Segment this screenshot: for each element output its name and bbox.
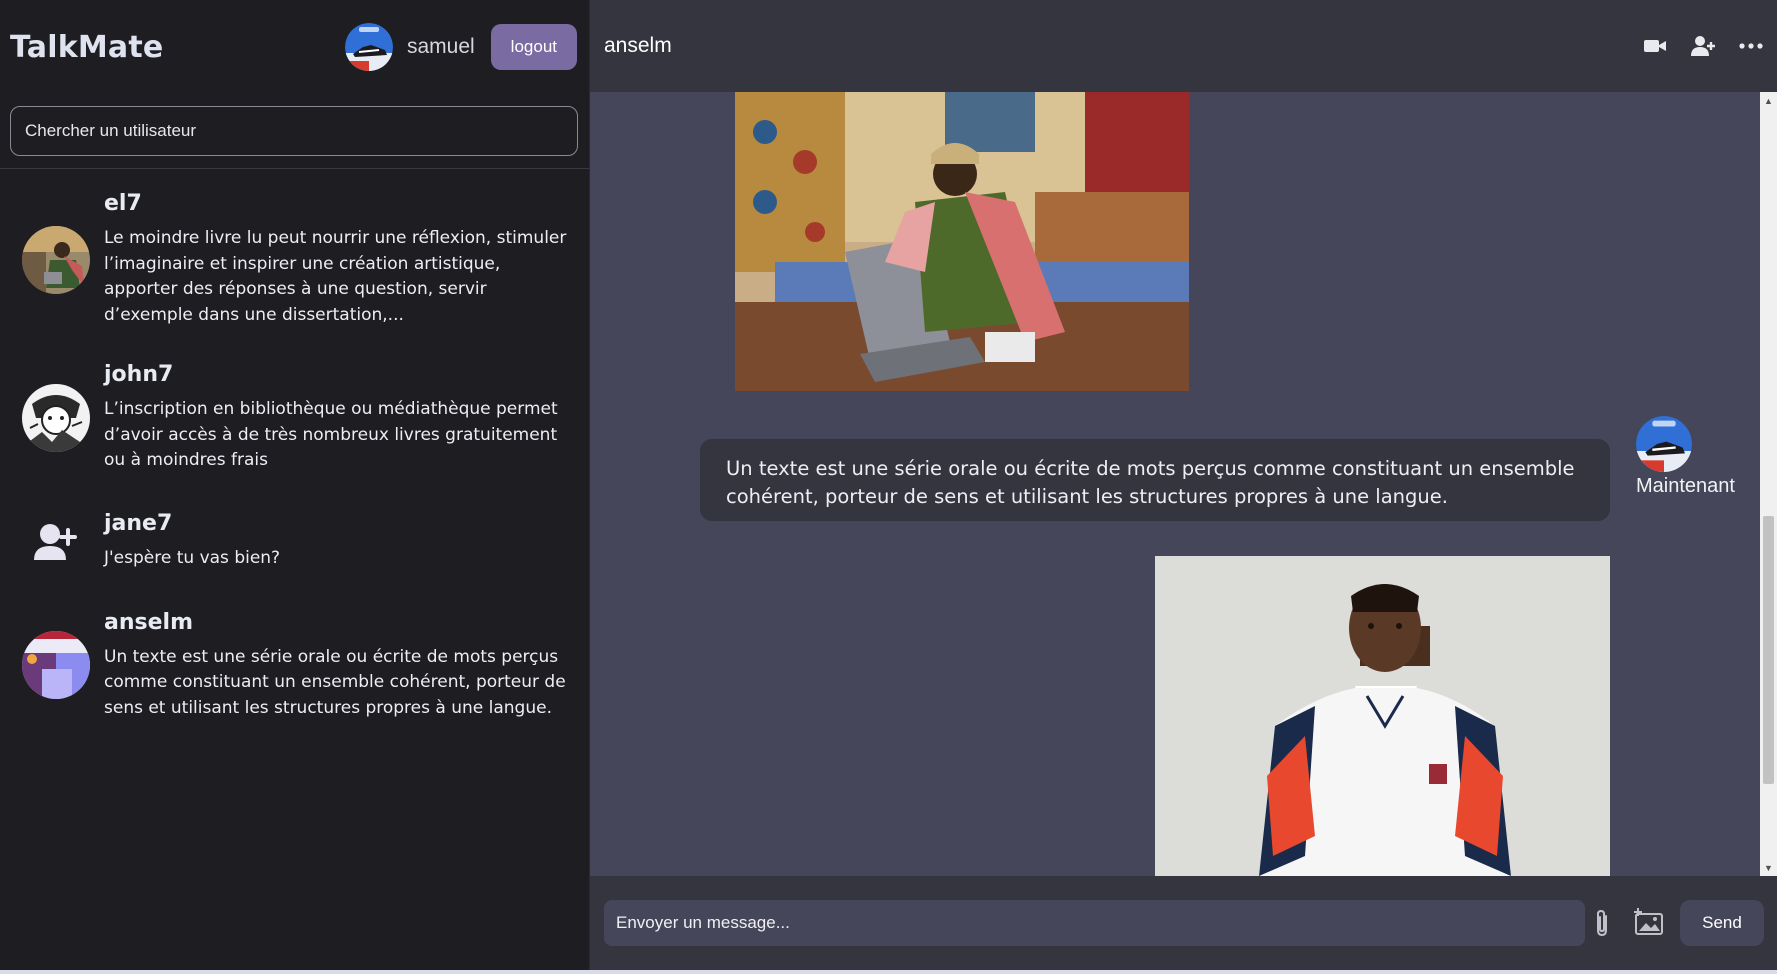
contact-avatar xyxy=(22,383,90,452)
send-button[interactable]: Send xyxy=(1680,900,1764,946)
video-camera-icon[interactable] xyxy=(1643,34,1667,58)
contact-avatar xyxy=(22,507,90,576)
image-message[interactable] xyxy=(1155,556,1610,876)
message-list: Un texte est une série orale ou écrite d… xyxy=(590,92,1760,876)
more-options-icon[interactable] xyxy=(1739,34,1763,58)
contact-item-john7[interactable]: john7 L’inscription en bibliothèque ou m… xyxy=(0,362,589,474)
contact-last-message: Le moindre livre lu peut nourrir une réf… xyxy=(104,228,567,325)
chat-panel: anselm Un texte est une série orale ou é… xyxy=(590,0,1777,970)
logout-button[interactable]: logout xyxy=(490,24,577,70)
contact-last-message: J'espère tu vas bien? xyxy=(104,548,281,569)
add-user-icon[interactable] xyxy=(1691,34,1715,58)
add-image-icon[interactable] xyxy=(1632,908,1666,938)
sneaker-avatar-icon xyxy=(1636,416,1692,472)
current-user-name: samuel xyxy=(406,35,475,58)
default-user-icon xyxy=(34,523,77,560)
current-user: samuel logout xyxy=(344,23,577,71)
search-input[interactable] xyxy=(10,106,578,156)
contact-last-message: L’inscription en bibliothèque ou médiath… xyxy=(104,399,558,470)
app-window: TalkMate samuel logout Chercher un utili… xyxy=(0,0,1777,970)
message-composer: Send xyxy=(590,876,1777,970)
scroll-thumb[interactable] xyxy=(1763,516,1774,784)
search-bar xyxy=(0,94,589,169)
brand-logo: TalkMate xyxy=(10,29,164,65)
chat-header: anselm xyxy=(590,0,1777,92)
photo-avatar-icon xyxy=(22,225,90,294)
contact-name: jane7 xyxy=(104,511,173,537)
sender-avatar[interactable] xyxy=(1636,416,1692,472)
contact-list: el7 Le moindre livre lu peut nourrir une… xyxy=(0,169,589,721)
manga-avatar-icon xyxy=(22,383,90,452)
message-bubble: Un texte est une série orale ou écrite d… xyxy=(700,439,1610,521)
portrait-photo xyxy=(1155,556,1610,876)
current-user-avatar[interactable] xyxy=(344,23,393,71)
contact-avatar xyxy=(22,631,90,700)
message-timestamp: Maintenant xyxy=(1636,475,1735,497)
sneaker-avatar-icon xyxy=(344,23,393,71)
man-with-laptop-photo xyxy=(735,92,1189,391)
contact-last-message: Un texte est une série orale ou écrite d… xyxy=(104,646,566,718)
contact-item-jane7[interactable]: jane7 J'espère tu vas bien? xyxy=(0,507,589,576)
contact-item-anselm[interactable]: anselm Un texte est une série orale ou é… xyxy=(0,610,589,722)
chat-title: anselm xyxy=(604,34,672,57)
image-message[interactable] xyxy=(735,92,1189,391)
scrollbar[interactable]: ▲ ▼ xyxy=(1760,92,1777,876)
chat-actions xyxy=(1643,34,1763,58)
colorful-avatar-icon xyxy=(22,631,90,700)
message-input[interactable] xyxy=(604,900,1585,946)
contact-name: anselm xyxy=(104,609,193,635)
scroll-down-arrow-icon[interactable]: ▼ xyxy=(1760,859,1777,876)
paperclip-icon[interactable] xyxy=(1591,908,1613,938)
sidebar-header: TalkMate samuel logout xyxy=(0,0,589,94)
scroll-up-arrow-icon[interactable]: ▲ xyxy=(1760,92,1777,109)
contact-name: el7 xyxy=(104,191,142,216)
contact-avatar xyxy=(22,225,90,294)
contact-item-el7[interactable]: el7 Le moindre livre lu peut nourrir une… xyxy=(0,191,589,328)
sidebar: TalkMate samuel logout Chercher un utili… xyxy=(0,0,590,970)
contact-name: john7 xyxy=(104,362,174,387)
